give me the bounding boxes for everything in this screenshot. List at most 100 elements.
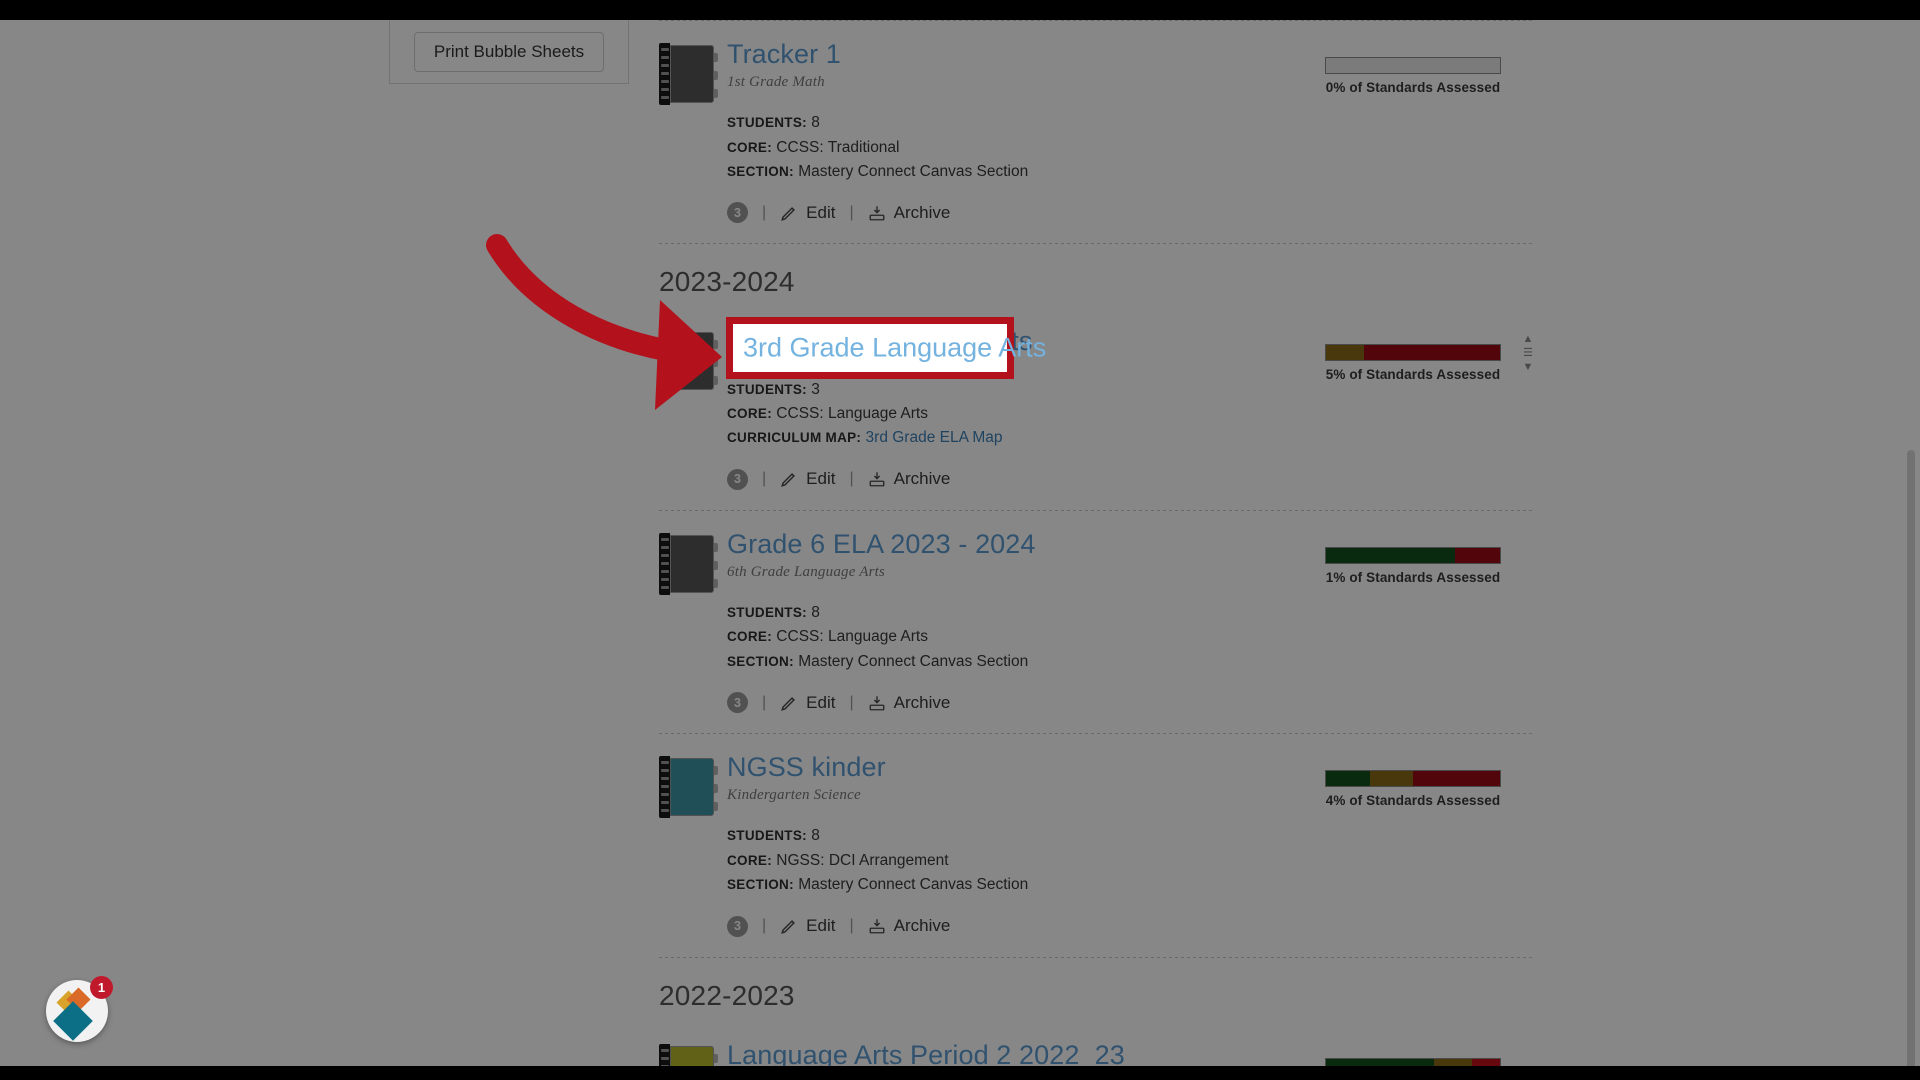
tracker-progress: 0% of Standards Assessed [1313,1057,1513,1066]
letterbox-top-bar [0,0,1920,20]
tracker-subject: Kindergarten Science [727,787,861,804]
print-bubble-sheets-button[interactable]: Print Bubble Sheets [414,32,604,72]
tracker-title-link[interactable]: Tracker 1 [727,39,841,70]
archive-button[interactable]: Archive [868,469,951,489]
reorder-controls[interactable]: ▲ ☰ ▼ [1521,332,1535,374]
tracker-title-link[interactable]: Grade 6 ELA 2023 - 2024 [727,529,1036,560]
students-row: STUDENTS: 8 [727,114,820,132]
students-row: STUDENTS: 3 [727,380,820,398]
tracker-detail-row: SECTION: Mastery Connect Canvas Section [727,876,1029,894]
action-separator: | [849,693,854,711]
tracker-list: Tracker 1 1st Grade Math STUDENTS: 8 CORE: … [659,20,1535,1066]
archive-label: Archive [893,692,951,712]
core-row: CORE: CCSS: Traditional [727,138,900,156]
tracker-row: NGSS kinder Kindergarten Science STUDENTS:… [659,734,1535,956]
tracker-progress: 1% of Standards Assessed [1313,546,1513,585]
action-separator: | [762,693,767,711]
edit-button[interactable]: Edit [780,203,835,223]
tracker-title-link[interactable]: NGSS kinder [727,752,886,783]
tracker-detail-row: CURRICULUM MAP: 3rd Grade ELA Map [727,429,1003,447]
core-row: CORE: CCSS: Language Arts [727,628,928,646]
students-row: STUDENTS: 8 [727,827,820,845]
students-row: STUDENTS: 8 [727,603,820,621]
tracker-detail-row: SECTION: Mastery Connect Canvas Section [727,162,1029,180]
action-separator: | [762,203,767,221]
notebook-spine-icon [659,1043,670,1066]
progress-label: 0% of Standards Assessed [1325,80,1501,95]
standards-progress-bar [1325,1057,1501,1066]
standards-progress-bar [1325,770,1501,788]
progress-segment [1369,771,1413,787]
tracker-metadata: STUDENTS: 8 CORE: NGSS: DCI Arrangement SE… [727,824,1305,897]
tracker-thumbnail[interactable] [659,43,718,105]
tracker-row: Language Arts Period 2 2022_237th Grade … [659,1022,1535,1066]
tracker-thumbnail[interactable] [659,330,718,393]
notebook-cover-icon [670,534,714,593]
archive-label: Archive [893,202,951,222]
progress-label: 5% of Standards Assessed [1325,367,1501,383]
assessment-count-badge[interactable]: 3 [727,915,748,937]
scrollbar-thumb[interactable] [1907,450,1915,1066]
tracker-actions: 3 | Edit | Archive [727,202,1305,224]
sidebar-actions-card: Print Bubble Sheets [389,20,629,84]
archive-label: Archive [893,916,951,936]
archive-label: Archive [893,469,951,489]
tracker-metadata: STUDENTS: 8 CORE: CCSS: Language Arts SECT… [727,601,1305,674]
tracker-subject: 1st Grade Math [727,74,825,91]
tracker-title-link[interactable]: 3rd Grade Language Arts [727,326,1033,357]
curriculum-map-link[interactable]: 3rd Grade ELA Map [866,429,1003,446]
tracker-metadata: STUDENTS: 8 CORE: CCSS: Traditional SECTIO… [727,111,1305,184]
tracker-thumbnail[interactable] [659,1043,718,1066]
edit-label: Edit [806,916,836,936]
tracker-actions: 3 | Edit | Archive [727,692,1305,714]
notebook-cover-icon [670,758,714,817]
tracker-thumbnail[interactable] [659,532,718,595]
tracker-thumbnail[interactable] [659,756,718,819]
edit-button[interactable]: Edit [780,693,835,713]
edit-button[interactable]: Edit [780,916,835,936]
support-widget-button[interactable]: 1 [46,976,113,1042]
action-separator: | [762,917,767,935]
archive-button[interactable]: Archive [868,202,951,223]
letterbox-bottom-bar [0,1066,1920,1080]
action-separator: | [762,470,767,488]
notification-badge: 1 [90,976,113,999]
standards-progress-bar [1325,344,1501,362]
progress-label: 4% of Standards Assessed [1325,793,1501,809]
edit-button[interactable]: Edit [780,469,835,489]
notebook-cover-icon [670,1045,714,1066]
tracker-detail-row: SECTION: Mastery Connect Canvas Section [727,652,1029,670]
progress-segment [1364,345,1500,361]
action-separator: | [849,203,854,221]
page-scrollbar[interactable] [1904,20,1918,1066]
progress-segment [1326,547,1455,563]
tracker-row: Grade 6 ELA 2023 - 2024 6th Grade Languag… [659,511,1535,733]
assessment-count-badge[interactable]: 3 [727,202,748,224]
school-year-heading: 2022-2023 [659,979,795,1011]
page-canvas: Print Bubble Sheets Tracker 1 1st Grade M… [0,20,1920,1066]
tracker-row: Tracker 1 1st Grade Math STUDENTS: 8 CORE: … [659,21,1535,243]
notebook-cover-icon [670,45,714,103]
core-row: CORE: NGSS: DCI Arrangement [727,851,949,869]
tracker-actions: 3 | Edit | Archive [727,468,1305,490]
tracker-row: 3rd Grade Language Arts STUDENTS: 3 CORE: … [659,308,1535,509]
action-separator: | [849,470,854,488]
tracker-title-link[interactable]: Language Arts Period 2 2022_23 [727,1040,1125,1066]
assessment-count-badge[interactable]: 3 [727,692,748,714]
progress-segment [1326,771,1370,787]
core-row: CORE: CCSS: Language Arts [727,404,928,422]
assessment-count-badge[interactable]: 3 [727,468,748,490]
tracker-actions: 3 | Edit | Archive [727,915,1305,937]
tracker-metadata: STUDENTS: 3 CORE: CCSS: Language Arts CURR… [727,378,1305,451]
tracker-progress: 4% of Standards Assessed [1313,770,1513,808]
tracker-progress: 0% of Standards Assessed [1313,57,1513,95]
progress-label: 1% of Standards Assessed [1325,569,1501,585]
archive-button[interactable]: Archive [868,692,951,713]
tracker-progress: 5% of Standards Assessed [1313,344,1513,382]
edit-label: Edit [806,692,836,712]
progress-segment [1454,547,1500,563]
archive-button[interactable]: Archive [868,916,951,936]
school-year-heading: 2023-2024 [659,266,795,298]
tracker-subject: 6th Grade Language Arts [727,563,886,580]
progress-segment [1472,1058,1500,1066]
